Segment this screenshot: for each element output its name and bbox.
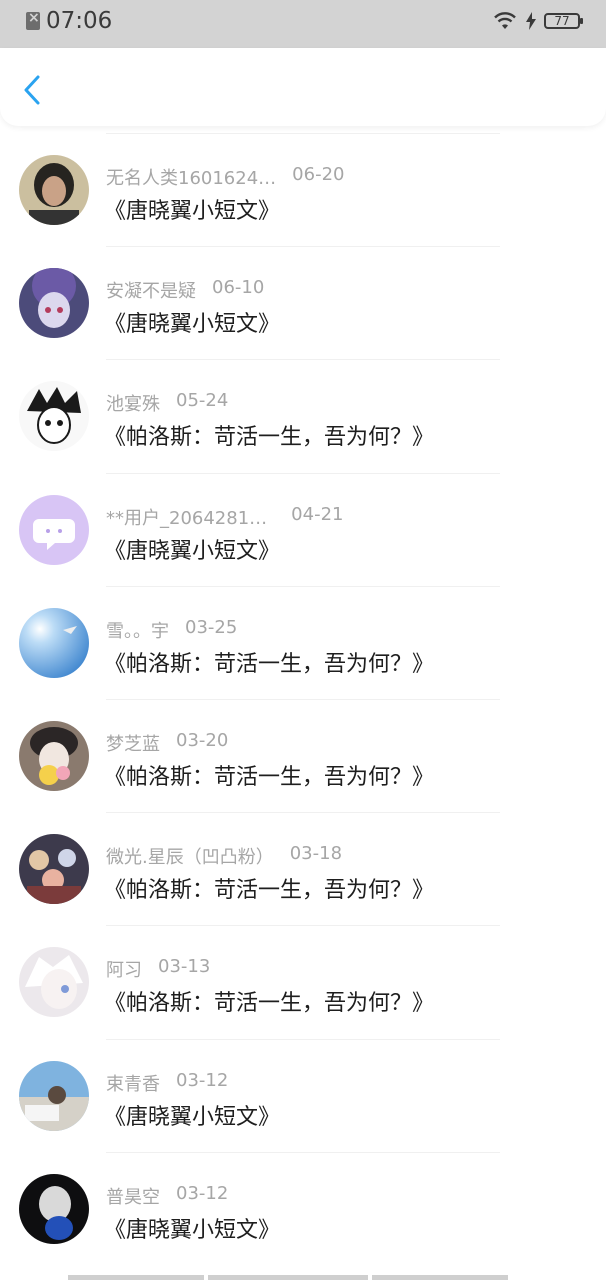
chevron-left-icon: [24, 75, 40, 105]
user-name: 池宴殊: [106, 394, 160, 416]
avatar[interactable]: [19, 1060, 89, 1131]
status-time: 07:06: [46, 8, 113, 34]
item-title: 《唐晓翼小短文》: [104, 538, 281, 564]
divider: [106, 1038, 500, 1040]
item-title: 《帕洛斯：苛活一生，吾为何？》: [104, 651, 435, 677]
item-date: 06-20: [292, 164, 345, 185]
divider: [106, 1151, 500, 1153]
avatar[interactable]: [19, 947, 89, 1018]
charging-bolt-icon: [526, 12, 536, 30]
item-title: 《唐晓翼小短文》: [104, 1104, 281, 1130]
battery-icon: 77: [544, 13, 583, 29]
item-date: 06-10: [212, 277, 265, 299]
bottom-segment: [372, 1275, 508, 1280]
user-name: 束青香: [106, 1073, 160, 1095]
top-header: [0, 48, 606, 126]
item-title: 《唐晓翼小短文》: [104, 312, 281, 338]
item-meta: 无名人类1601624… 06-20: [106, 164, 344, 190]
item-date: 03-18: [289, 843, 343, 865]
bottom-bar: [68, 1275, 508, 1280]
avatar[interactable]: [19, 834, 89, 905]
user-name: 无名人类1601624…: [106, 168, 277, 189]
list-item[interactable]: 雪。。宇 03-25 《帕洛斯：苛活一生，吾为何？》: [0, 585, 606, 699]
divider: [106, 812, 500, 814]
item-meta: **用户_2064281… 04-21: [106, 504, 343, 530]
item-date: 03-13: [158, 956, 211, 978]
item-date: 04-21: [291, 503, 344, 525]
item-date: 03-20: [176, 729, 229, 751]
item-date: 03-12: [176, 1069, 229, 1091]
item-meta: 普昊空 03-12: [106, 1183, 228, 1209]
divider: [106, 246, 500, 248]
item-title: 《帕洛斯：苛活一生，吾为何？》: [104, 991, 435, 1017]
divider: [106, 698, 500, 700]
item-date: 05-24: [176, 390, 229, 412]
avatar[interactable]: [19, 268, 89, 339]
divider: [106, 472, 500, 474]
bottom-segment: [208, 1275, 368, 1280]
item-meta: 梦芝蓝 03-20: [106, 730, 228, 756]
list-item[interactable]: 普昊空 03-12 《唐晓翼小短文》: [0, 1151, 606, 1265]
user-name: 雪。。宇: [106, 620, 169, 642]
divider: [106, 925, 500, 927]
item-meta: 阿习 03-13: [106, 956, 210, 982]
no-sim-icon: [26, 10, 40, 30]
user-name: 安凝不是疑: [106, 281, 196, 303]
divider: [106, 359, 500, 361]
user-name: 阿习: [106, 960, 142, 982]
status-right: 77: [492, 11, 583, 31]
status-left: 07:06: [26, 8, 112, 34]
bottom-segment: [68, 1275, 204, 1280]
message-list: 无名人类1601624… 06-20 《唐晓翼小短文》 安凝不是疑 06-10 …: [0, 133, 606, 1265]
list-item[interactable]: 微光.星辰（凹凸粉） 03-18 《帕洛斯：苛活一生，吾为何？》: [0, 812, 606, 925]
list-item[interactable]: 池宴殊 05-24 《帕洛斯：苛活一生，吾为何？》: [0, 359, 606, 472]
item-title: 《帕洛斯：苛活一生，吾为何？》: [104, 878, 435, 904]
item-date: 03-25: [185, 616, 238, 638]
user-name: **用户_2064281…: [106, 507, 268, 529]
item-meta: 雪。。宇 03-25: [106, 617, 237, 643]
user-name: 普昊空: [106, 1186, 160, 1208]
divider: [106, 585, 500, 587]
list-item[interactable]: 束青香 03-12 《唐晓翼小短文》: [0, 1038, 606, 1152]
avatar[interactable]: [19, 607, 89, 678]
item-title: 《唐晓翼小短文》: [104, 199, 281, 224]
list-item[interactable]: 安凝不是疑 06-10 《唐晓翼小短文》: [0, 246, 606, 359]
avatar[interactable]: [19, 1173, 89, 1244]
list-item[interactable]: **用户_2064281… 04-21 《唐晓翼小短文》: [0, 472, 606, 586]
item-meta: 微光.星辰（凹凸粉） 03-18: [106, 843, 342, 869]
wifi-icon: [492, 11, 518, 31]
user-name: 微光.星辰（凹凸粉）: [106, 847, 274, 869]
list-item[interactable]: 梦芝蓝 03-20 《帕洛斯：苛活一生，吾为何？》: [0, 698, 606, 812]
item-meta: 安凝不是疑 06-10: [106, 277, 264, 303]
item-title: 《帕洛斯：苛活一生，吾为何？》: [104, 764, 435, 790]
list-item[interactable]: 阿习 03-13 《帕洛斯：苛活一生，吾为何？》: [0, 925, 606, 1038]
avatar[interactable]: [19, 720, 89, 791]
user-name: 梦芝蓝: [106, 733, 160, 755]
item-meta: 束青香 03-12: [106, 1070, 228, 1096]
item-title: 《帕洛斯：苛活一生，吾为何？》: [104, 425, 435, 451]
avatar[interactable]: [19, 381, 89, 452]
item-meta: 池宴殊 05-24: [106, 390, 228, 416]
back-button[interactable]: [16, 72, 48, 108]
list-item[interactable]: 无名人类1601624… 06-20 《唐晓翼小短文》: [0, 133, 606, 246]
avatar[interactable]: [19, 494, 89, 565]
item-title: 《唐晓翼小短文》: [104, 1217, 281, 1243]
status-bar: 07:06 77: [0, 0, 606, 48]
item-date: 03-12: [176, 1182, 229, 1204]
divider: [106, 133, 500, 134]
avatar[interactable]: [19, 155, 89, 225]
